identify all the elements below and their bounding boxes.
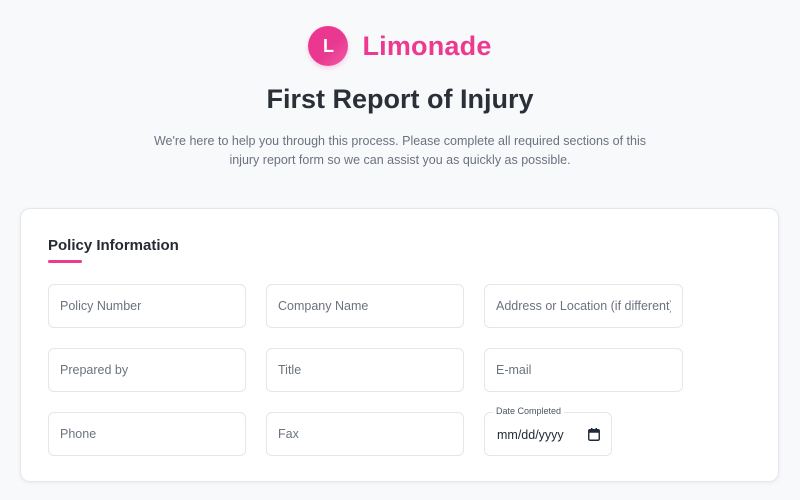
address-field[interactable]	[484, 284, 683, 328]
page-header: L Limonade First Report of Injury We're …	[0, 0, 800, 205]
date-completed-value[interactable]: mm/dd/yyyy	[497, 428, 564, 442]
title-field[interactable]	[266, 348, 464, 392]
email-input[interactable]	[485, 349, 682, 391]
email-field[interactable]	[484, 348, 683, 392]
title-input[interactable]	[267, 349, 463, 391]
fax-field[interactable]	[266, 412, 464, 456]
address-input[interactable]	[485, 285, 682, 327]
section-title-underline	[48, 260, 82, 263]
policy-number-input[interactable]	[49, 285, 245, 327]
prepared-by-field[interactable]	[48, 348, 246, 392]
company-name-input[interactable]	[267, 285, 463, 327]
logo-mark-icon: L	[308, 26, 349, 66]
prepared-by-input[interactable]	[49, 349, 245, 391]
calendar-icon[interactable]	[588, 428, 600, 441]
fax-input[interactable]	[267, 413, 463, 455]
section-title: Policy Information	[48, 237, 179, 254]
brand-logo[interactable]: L Limonade	[0, 26, 800, 66]
phone-field[interactable]	[48, 412, 246, 456]
policy-number-field[interactable]	[48, 284, 246, 328]
date-completed-field[interactable]: Date Completed mm/dd/yyyy	[484, 406, 612, 456]
company-name-field[interactable]	[266, 284, 464, 328]
brand-name: Limonade	[362, 30, 492, 61]
intro-text: We're here to help you through this proc…	[153, 134, 646, 167]
phone-input[interactable]	[49, 413, 245, 455]
date-completed-label: Date Completed	[493, 406, 565, 416]
policy-information-card: Policy Information Date Completed mm/dd/…	[20, 208, 779, 482]
page-title: First Report of Injury	[266, 84, 534, 114]
